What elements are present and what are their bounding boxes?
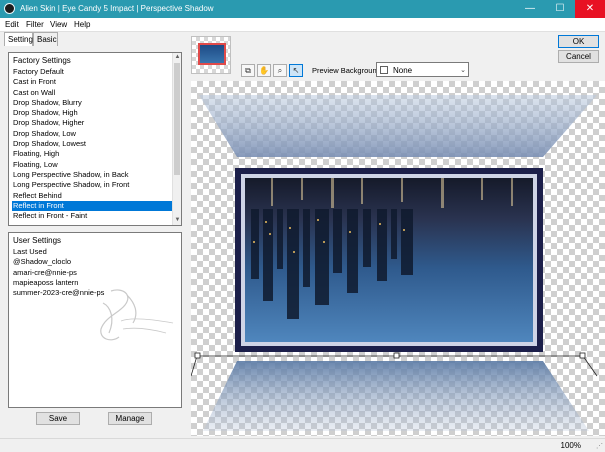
user-settings-header: User Settings xyxy=(13,236,62,245)
cancel-button[interactable]: Cancel xyxy=(558,50,599,63)
perspective-handle-left[interactable] xyxy=(194,352,201,359)
preset-item[interactable]: Factory Default xyxy=(12,67,175,77)
bottom-reflection xyxy=(203,361,589,431)
preset-item[interactable]: Drop Shadow, Higher xyxy=(12,118,175,128)
user-preset-item[interactable]: Last Used xyxy=(12,247,175,257)
pointer-icon[interactable]: ↖ xyxy=(289,64,303,77)
maximize-button[interactable]: ☐ xyxy=(545,0,575,18)
window-title: Alien Skin | Eye Candy 5 Impact | Perspe… xyxy=(20,4,214,13)
preset-item[interactable]: Drop Shadow, Lowest xyxy=(12,139,175,149)
menu-edit[interactable]: Edit xyxy=(5,20,19,29)
perspective-handle-right[interactable] xyxy=(579,352,586,359)
minimize-button[interactable]: — xyxy=(515,0,545,18)
preset-item[interactable]: Drop Shadow, High xyxy=(12,108,175,118)
preview-background-value: None xyxy=(393,66,413,75)
navigator-viewport[interactable] xyxy=(198,43,226,65)
scroll-thumb[interactable] xyxy=(174,63,180,175)
close-button[interactable]: ✕ xyxy=(575,0,605,18)
menu-bar: Edit Filter View Help xyxy=(0,18,605,32)
manage-button[interactable]: Manage xyxy=(108,412,152,425)
perspective-handle-center[interactable] xyxy=(393,352,400,359)
factory-settings-list[interactable]: Factory Settings Factory Default Cast in… xyxy=(8,52,182,226)
settings-panel: Factory Settings Factory Default Cast in… xyxy=(4,46,187,430)
preset-item[interactable]: Cast in Front xyxy=(12,77,175,87)
preset-item[interactable]: Drop Shadow, Blurry xyxy=(12,98,175,108)
menu-help[interactable]: Help xyxy=(74,20,90,29)
alien-skin-app-icon xyxy=(4,3,15,14)
preset-item[interactable]: Floating, Low xyxy=(12,160,175,170)
preset-item[interactable]: Reflect in Front - Faint xyxy=(12,211,175,221)
user-preset-item[interactable]: amari-cre@nnie-ps xyxy=(12,268,175,278)
background-swatch xyxy=(380,66,388,74)
preview-background-select[interactable]: None ⌄ xyxy=(376,62,469,77)
chevron-down-icon: ⌄ xyxy=(460,67,466,74)
factory-settings-header: Factory Settings xyxy=(13,56,71,65)
hand-icon[interactable]: ✋ xyxy=(257,64,271,77)
save-button[interactable]: Save xyxy=(36,412,80,425)
preset-item[interactable]: Long Perspective Shadow, in Back xyxy=(12,170,175,180)
tab-basic[interactable]: Basic xyxy=(33,32,58,46)
zoom-icon[interactable]: ⌕ xyxy=(273,64,287,77)
menu-view[interactable]: View xyxy=(50,20,67,29)
ok-button[interactable]: OK xyxy=(558,35,599,48)
title-bar: Alien Skin | Eye Candy 5 Impact | Perspe… xyxy=(0,0,605,18)
preset-item[interactable]: Drop Shadow, Low xyxy=(12,129,175,139)
top-reflection xyxy=(199,95,597,157)
preset-item[interactable]: Floating, High xyxy=(12,149,175,159)
preview-image xyxy=(191,95,598,431)
resize-grip-icon[interactable]: ⋰ xyxy=(596,442,603,450)
factory-settings-items: Factory Default Cast in Front Cast on Wa… xyxy=(12,67,175,221)
user-preset-item[interactable]: @Shadow_cloclo xyxy=(12,257,175,267)
factory-list-scrollbar[interactable]: ▲ ▼ xyxy=(172,53,181,225)
scroll-down-arrow-icon[interactable]: ▼ xyxy=(173,216,181,225)
preview-canvas[interactable] xyxy=(191,81,605,436)
user-settings-list[interactable]: User Settings Last Used @Shadow_cloclo a… xyxy=(8,232,182,408)
preset-item[interactable]: Long Perspective Shadow, in Front xyxy=(12,180,175,190)
preview-background-label: Preview Background: xyxy=(312,66,383,75)
scroll-up-arrow-icon[interactable]: ▲ xyxy=(173,53,181,62)
navigator-thumbnail[interactable] xyxy=(191,36,231,74)
zoom-level: 100% xyxy=(560,441,581,450)
preset-item[interactable]: Reflect Behind xyxy=(12,191,175,201)
tab-settings[interactable]: Settings xyxy=(4,32,37,47)
signature-watermark-icon xyxy=(100,289,174,341)
preset-item[interactable]: Reflect in Front xyxy=(12,200,175,212)
menu-filter[interactable]: Filter xyxy=(26,20,44,29)
preview-compare-icon[interactable]: ⧉ xyxy=(241,64,255,77)
status-bar: 100% ⋰ xyxy=(0,438,605,452)
preset-item[interactable]: Cast on Wall xyxy=(12,88,175,98)
